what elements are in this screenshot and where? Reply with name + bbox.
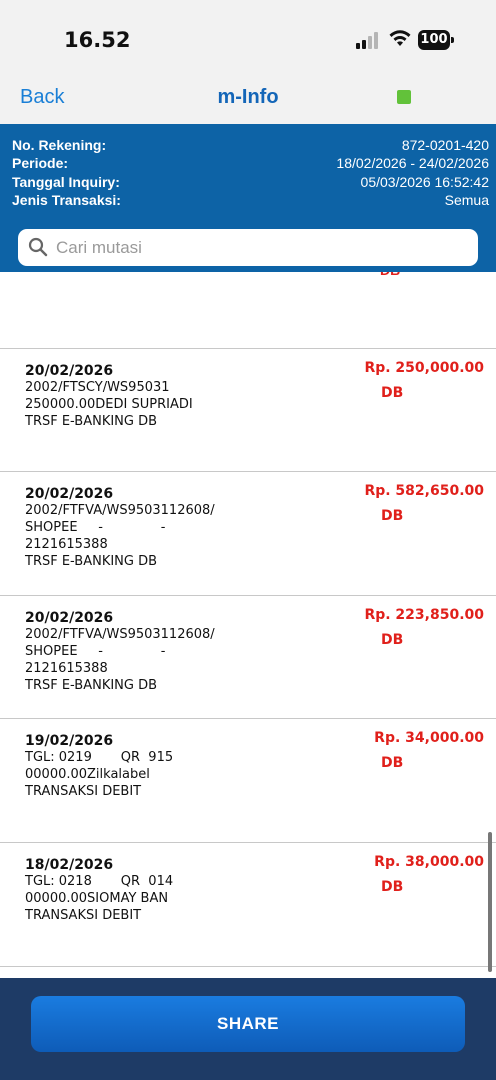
status-time: 16.52 [64,28,131,52]
status-bar: 16.52 100 [0,0,496,72]
transaction-amount: Rp. 582,650.00 [364,483,484,499]
transaction-amount: Rp. 250,000.00 [364,360,484,376]
transaction-item[interactable]: 18/02/2026 TGL: 0218 QR 014 00000.00SIOM… [0,843,496,966]
search-input[interactable] [56,229,466,266]
info-value: 18/02/2026 - 24/02/2026 [336,155,489,171]
transaction-type: DB [381,508,404,524]
battery-icon: 100 [418,30,454,50]
info-label: Periode: [12,155,69,171]
transaction-date: 20/02/2026 [25,610,114,626]
transaction-date: 20/02/2026 [25,486,114,502]
divider [0,966,496,967]
info-label: Tanggal Inquiry: [12,174,120,190]
battery-level: 100 [418,30,450,50]
bottom-bar: SHARE [0,978,496,1080]
search-icon [28,237,48,257]
transaction-item[interactable]: 19/02/2026 TGL: 0219 QR 915 00000.00Zilk… [0,719,496,842]
transaction-description: 2002/FTFVA/WS9503112608/ SHOPEE - - 2121… [25,503,215,569]
transaction-item[interactable]: 20/02/2026 2002/FTFVA/WS9503112608/ SHOP… [0,596,496,719]
nav-bar: Back m-Info [0,72,496,124]
transaction-amount: Rp. 223,850.00 [364,607,484,623]
partial-transaction-type: DB [380,272,400,278]
info-row-inquiry-date: Tanggal Inquiry: 05/03/2026 16:52:42 [12,174,489,194]
transaction-date: 18/02/2026 [25,857,114,873]
scrollbar[interactable] [488,832,492,972]
transaction-description: TGL: 0218 QR 014 00000.00SIOMAY BAN TRAN… [25,874,174,923]
page-title: m-Info [217,86,279,108]
transaction-description: TGL: 0219 QR 915 00000.00Zilkalabel TRAN… [25,750,174,799]
connection-status-indicator [397,90,411,104]
transaction-type: DB [381,755,404,771]
transaction-item[interactable]: 20/02/2026 2002/FTSCY/WS95031 250000.00D… [0,349,496,472]
wifi-icon [388,28,412,48]
account-info-panel: No. Rekening: 872-0201-420 Periode: 18/0… [0,124,496,222]
transaction-description: 2002/FTFVA/WS9503112608/ SHOPEE - - 2121… [25,627,215,693]
transaction-type: DB [381,632,404,648]
info-row-period: Periode: 18/02/2026 - 24/02/2026 [12,155,489,175]
info-row-account: No. Rekening: 872-0201-420 [12,137,489,157]
search-box[interactable] [18,229,478,266]
transaction-date: 19/02/2026 [25,733,114,749]
transaction-item[interactable]: 20/02/2026 2002/FTFVA/WS9503112608/ SHOP… [0,472,496,595]
transaction-date: 20/02/2026 [25,363,114,379]
signal-icon [356,31,380,49]
info-label: No. Rekening: [12,137,107,153]
transaction-amount: Rp. 34,000.00 [374,730,484,746]
search-area [0,222,496,272]
info-value: 05/03/2026 16:52:42 [360,174,489,190]
info-value: 872-0201-420 [401,137,489,153]
info-value: Semua [444,192,489,208]
info-row-transaction-type: Jenis Transaksi: Semua [12,192,489,212]
transaction-list[interactable]: DB 20/02/2026 2002/FTSCY/WS95031 250000.… [0,272,496,978]
transaction-type: DB [381,879,404,895]
share-button[interactable]: SHARE [31,996,465,1052]
info-label: Jenis Transaksi: [12,192,121,208]
transaction-type: DB [381,385,404,401]
transaction-description: 2002/FTSCY/WS95031 250000.00DEDI SUPRIAD… [25,380,193,429]
transaction-amount: Rp. 38,000.00 [374,854,484,870]
